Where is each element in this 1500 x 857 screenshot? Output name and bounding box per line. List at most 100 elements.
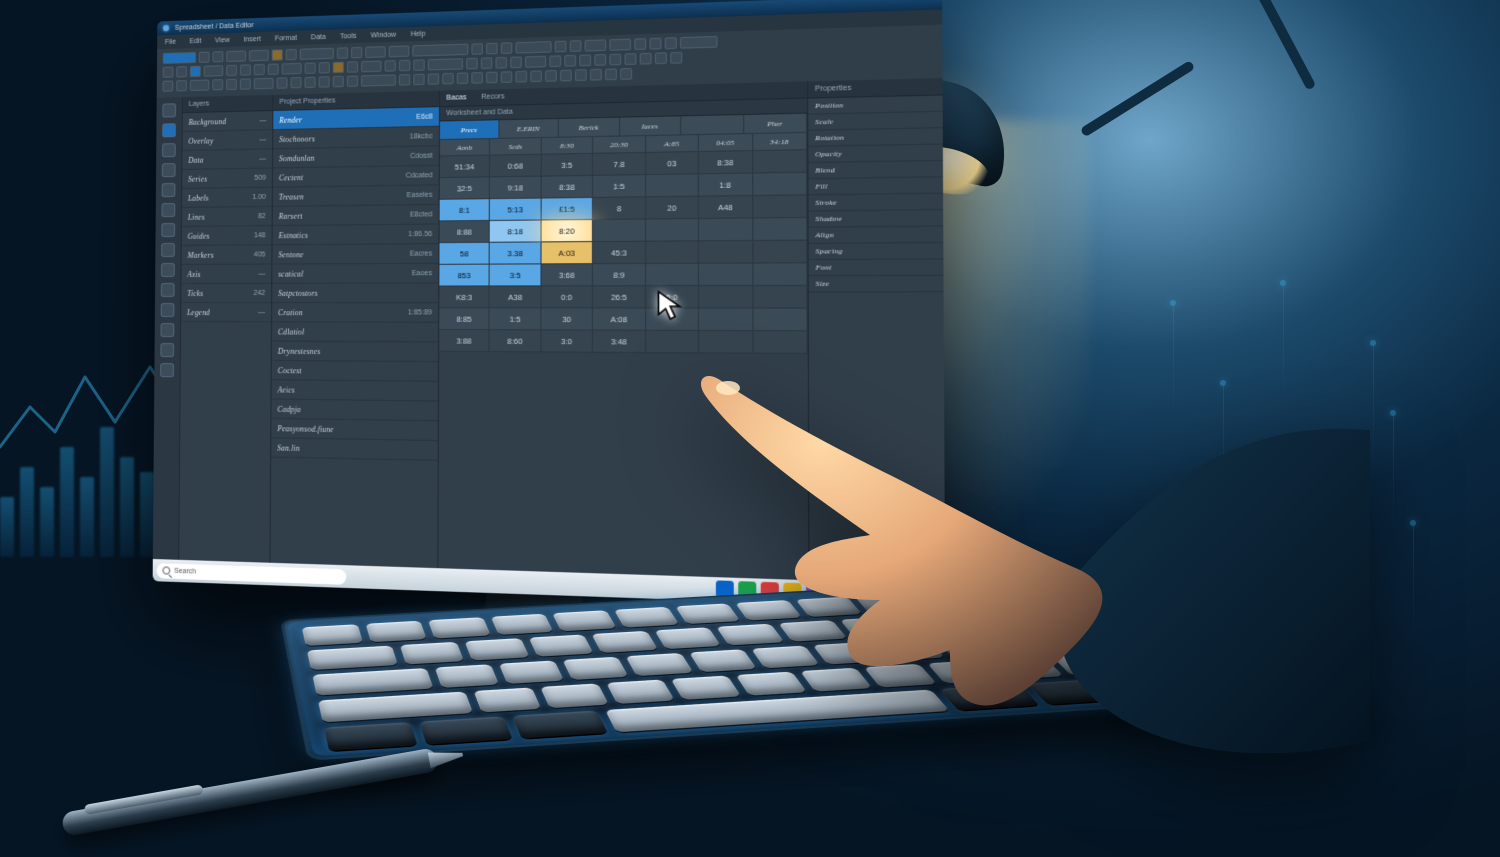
list-item[interactable]: CectentCdcated bbox=[273, 166, 439, 188]
menu-item[interactable]: Data bbox=[311, 33, 326, 41]
cell[interactable]: A:03 bbox=[541, 242, 593, 264]
list-item[interactable]: Axis— bbox=[181, 265, 271, 284]
tool-button[interactable] bbox=[162, 143, 176, 157]
menu-item[interactable]: Insert bbox=[243, 35, 260, 43]
tool-button[interactable] bbox=[162, 103, 176, 117]
cell[interactable] bbox=[699, 241, 753, 264]
list-item[interactable]: SentoneEacres bbox=[272, 244, 438, 264]
list-item[interactable]: Font bbox=[809, 259, 944, 276]
column-header[interactable]: Pher bbox=[744, 114, 807, 135]
tool-button[interactable] bbox=[160, 363, 174, 377]
list-item[interactable]: Stroke bbox=[808, 194, 943, 212]
menu-item[interactable]: File bbox=[165, 38, 176, 45]
list-item[interactable]: Coctest bbox=[272, 361, 438, 382]
list-item[interactable]: Spacing bbox=[809, 243, 944, 260]
cell[interactable]: 1:5 bbox=[593, 175, 645, 198]
cell[interactable]: 0:68 bbox=[490, 155, 541, 178]
list-item[interactable]: Estnatics1:86.56 bbox=[273, 225, 439, 246]
cell[interactable]: 8:20 bbox=[541, 220, 593, 242]
tool-button[interactable] bbox=[162, 183, 176, 197]
cell[interactable]: 20 bbox=[646, 197, 699, 220]
list-item[interactable]: RarsertE8cted bbox=[273, 205, 439, 226]
list-item[interactable]: Drynestesnes bbox=[272, 342, 438, 363]
menu-item[interactable]: Tools bbox=[340, 32, 357, 40]
cell[interactable] bbox=[699, 309, 753, 332]
cell[interactable]: A38 bbox=[490, 286, 541, 308]
column-header[interactable]: Berick bbox=[559, 118, 620, 138]
cell[interactable]: 3:0 bbox=[541, 330, 593, 352]
cell[interactable]: 9:18 bbox=[490, 177, 541, 200]
column-header[interactable]: Precs bbox=[440, 120, 499, 140]
cell[interactable]: 3:48 bbox=[593, 331, 646, 353]
menu-item[interactable]: Edit bbox=[189, 37, 201, 44]
cell[interactable]: 8:85 bbox=[439, 308, 490, 330]
cell[interactable]: 30 bbox=[541, 308, 593, 330]
column-header[interactable]: Aonb bbox=[440, 139, 491, 156]
cell[interactable]: 0:0 bbox=[541, 286, 593, 308]
column-header[interactable]: E.ERIN bbox=[499, 119, 559, 139]
column-header[interactable]: 34:18 bbox=[753, 133, 807, 151]
cell[interactable] bbox=[699, 264, 753, 287]
cell[interactable]: 3.38 bbox=[490, 242, 541, 264]
list-item[interactable]: Background— bbox=[183, 111, 273, 132]
cell[interactable] bbox=[593, 220, 646, 243]
cell[interactable] bbox=[699, 331, 753, 354]
list-item[interactable]: scaticalEaoes bbox=[272, 264, 438, 284]
list-item[interactable]: Legend— bbox=[181, 303, 271, 322]
list-item[interactable]: Fill bbox=[808, 177, 943, 195]
cell[interactable]: 26:5 bbox=[593, 286, 646, 308]
tool-button[interactable] bbox=[161, 283, 175, 297]
cell[interactable]: 8:38 bbox=[699, 151, 753, 174]
column-header[interactable]: 8:30 bbox=[542, 137, 594, 155]
tool-button[interactable] bbox=[160, 343, 174, 357]
tool-palette[interactable] bbox=[153, 97, 182, 560]
cell[interactable]: 03 bbox=[646, 152, 699, 175]
list-item[interactable]: Aeics bbox=[272, 380, 438, 401]
tool-button[interactable] bbox=[162, 123, 176, 137]
cell[interactable]: 3:68 bbox=[541, 264, 593, 286]
cell[interactable]: 8:60 bbox=[490, 330, 541, 352]
list-item[interactable]: Lines82 bbox=[182, 207, 272, 227]
list-item[interactable]: Satpctostors bbox=[272, 283, 438, 303]
tool-button[interactable] bbox=[161, 223, 175, 237]
cell[interactable]: 1:5 bbox=[490, 308, 541, 330]
list-item[interactable]: Size bbox=[809, 276, 944, 293]
cell[interactable]: 32:5 bbox=[440, 177, 491, 199]
cell[interactable]: 3:88 bbox=[439, 330, 490, 352]
list-item[interactable]: Data— bbox=[182, 149, 272, 170]
column-header[interactable]: Scds bbox=[490, 138, 541, 156]
menu-item[interactable]: Help bbox=[410, 30, 425, 38]
column-header[interactable]: A:85 bbox=[646, 135, 699, 153]
cell[interactable]: 45:3 bbox=[593, 242, 646, 264]
cell[interactable] bbox=[753, 309, 808, 332]
list-item[interactable]: TreasenEaseles bbox=[273, 185, 439, 206]
list-item[interactable]: Labels1.00 bbox=[182, 188, 272, 208]
tab[interactable]: Recors bbox=[481, 93, 504, 101]
list-item[interactable]: Cdlatiol bbox=[272, 322, 438, 342]
cell[interactable] bbox=[646, 174, 699, 197]
cell[interactable]: 8:18 bbox=[490, 220, 541, 242]
cell[interactable] bbox=[646, 264, 699, 286]
list-item[interactable]: Series509 bbox=[182, 168, 272, 188]
cell[interactable]: 5:13 bbox=[490, 199, 541, 221]
list-item[interactable]: Guides148 bbox=[182, 226, 272, 246]
list-item[interactable]: Ticks242 bbox=[181, 284, 271, 303]
tool-button[interactable] bbox=[161, 243, 175, 257]
list-item[interactable]: Overlay— bbox=[182, 130, 272, 151]
column-header[interactable]: 20:30 bbox=[593, 136, 645, 154]
tab[interactable]: Bacas bbox=[446, 94, 466, 102]
tool-button[interactable] bbox=[162, 203, 176, 217]
list-item[interactable]: Cadpja bbox=[271, 400, 438, 422]
list-item[interactable]: Cration1:85:89 bbox=[272, 303, 438, 323]
list-item[interactable]: Blend bbox=[808, 161, 943, 179]
cell[interactable]: K8:3 bbox=[439, 286, 490, 308]
column-header[interactable]: 04:05 bbox=[699, 134, 753, 152]
cell[interactable]: 7.8 bbox=[593, 153, 645, 176]
cell[interactable]: 8:38 bbox=[542, 176, 594, 199]
cell[interactable] bbox=[753, 195, 808, 218]
list-item[interactable]: Align bbox=[809, 227, 944, 244]
tool-button[interactable] bbox=[162, 163, 176, 177]
cell[interactable]: 51:34 bbox=[440, 156, 491, 179]
cell[interactable]: £1:5 bbox=[541, 198, 593, 221]
cell[interactable]: 3:5 bbox=[490, 264, 541, 286]
